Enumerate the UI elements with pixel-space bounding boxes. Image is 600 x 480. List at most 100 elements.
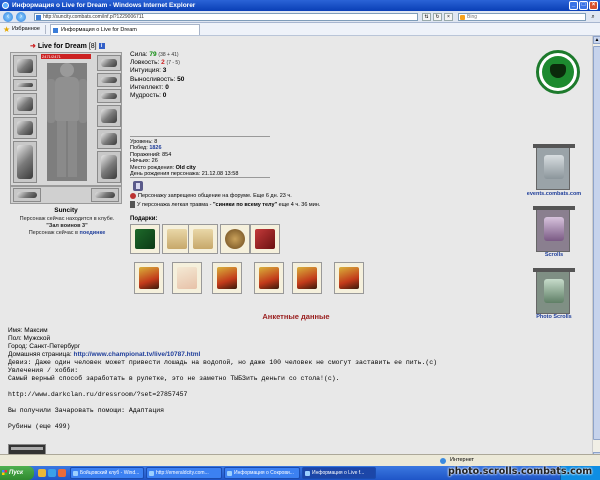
task-button[interactable]: Бойцовский клуб - Wind... (70, 467, 144, 479)
stat-strength: Сила: 79 (38 + 41) (130, 51, 179, 58)
earring-slot[interactable] (97, 55, 121, 71)
stat-intellect: Интеллект: 0 (130, 83, 169, 91)
status-notes: Персонажу запрещено общение на форуме. Е… (130, 192, 320, 210)
search-input[interactable]: Bing (458, 13, 586, 21)
task-button[interactable]: Информация о Сокрови... (224, 467, 300, 479)
task-button[interactable]: http://emeraldcity.com... (146, 467, 222, 479)
helmet-slot[interactable] (13, 55, 37, 77)
photo-scrolls-banner-icon[interactable] (533, 268, 575, 314)
hp-value: 2471/2471 (42, 54, 61, 59)
profile-received: Вы получили Зачаровать помощи: Адаптация (8, 407, 165, 414)
armor-slot[interactable] (13, 117, 37, 139)
gift-item[interactable] (188, 224, 218, 254)
stat-intuition: Интуиция: 3 (130, 67, 167, 75)
window-controls: _ □ × (569, 1, 598, 10)
internet-zone-icon (440, 458, 446, 464)
cloak-slot[interactable] (13, 141, 37, 183)
homepage-link[interactable]: http://www.championat.tv/live/10787.html (73, 351, 200, 358)
page-content: ➜ Live for Dream [8] i 2471/2471 Suncity (0, 36, 592, 460)
stat-wisdom: Мудрость: 0 (130, 92, 167, 100)
scrolls-banner-icon[interactable] (533, 206, 575, 252)
refresh-icon[interactable]: ↻ (433, 13, 442, 21)
quicklaunch-icon[interactable] (58, 469, 66, 477)
events-banner-icon[interactable] (533, 144, 575, 190)
boots-slot[interactable] (91, 188, 119, 202)
profile-homepage: Домашняя страница: http://www.championat… (8, 351, 201, 358)
gift-item[interactable] (172, 262, 202, 294)
scrolls-link[interactable]: Scrolls (526, 252, 582, 258)
ring-slots[interactable] (97, 89, 121, 103)
compat-view-icon[interactable]: ⇅ (422, 13, 431, 21)
address-toolbar: ‹ › http://suncity.combats.com/inf.pl?12… (0, 11, 600, 23)
gift-item[interactable] (134, 262, 164, 294)
forward-button[interactable]: › (16, 12, 26, 22)
favorites-bar: ★ Избранное Информация о Live for Dream (0, 23, 600, 36)
internet-zone: Интернет (450, 457, 474, 463)
toolbar-separator (45, 25, 46, 34)
belt-slot[interactable] (13, 188, 41, 202)
events-link[interactable]: events.combats.com (526, 191, 582, 197)
address-input[interactable]: http://suncity.combats.com/inf.pl?122900… (34, 13, 418, 21)
window-title: Информация о Live for Dream - Windows In… (12, 2, 196, 9)
gift-item[interactable] (220, 224, 250, 254)
status-bar: Интернет (0, 454, 600, 466)
scroll-up-icon[interactable]: ▲ (593, 36, 600, 44)
divider (130, 136, 270, 137)
profile-hobby: Самый верный способ заработать в рулетке… (8, 375, 340, 382)
start-button[interactable]: Пуск (0, 466, 34, 480)
divider (130, 177, 270, 178)
bing-icon (460, 15, 465, 20)
page-scrollbar[interactable]: ▲ ▼ (592, 36, 600, 460)
shield-slot[interactable] (97, 129, 121, 149)
gift-item[interactable] (254, 262, 284, 294)
character-info: Уровень: 8 Побед: 1826 Поражений: 854 Ни… (130, 139, 239, 178)
back-button[interactable]: ‹ (3, 12, 13, 22)
maximize-button[interactable]: □ (579, 1, 588, 10)
watermark: photo.scrolls.combats.com (448, 466, 593, 477)
profile-details: Имя: Максим Пол: Мужской Город: Санкт-Пе… (8, 327, 588, 431)
gift-item[interactable] (250, 224, 280, 254)
stat-endurance: Выносливость: 50 (130, 75, 185, 83)
profile-dressroom: http://www.darkclan.ru/dressroom/?set=27… (8, 391, 188, 398)
weapon-slot[interactable] (13, 93, 37, 115)
profile-hobby-label: Увлечения / хобби: (8, 367, 79, 374)
task-button-active[interactable]: Информация о Live f... (302, 467, 376, 479)
tab-active[interactable]: Информация о Live for Dream (50, 24, 200, 35)
profile-motto: Девиз: Даже один человек может привести … (8, 359, 438, 366)
window-title-bar[interactable]: Информация о Live for Dream - Windows In… (0, 0, 600, 11)
search-icon[interactable]: ⌕ (588, 13, 598, 21)
scroll-thumb[interactable] (593, 46, 600, 440)
character-level: [8] (88, 43, 97, 50)
gloves-slot[interactable] (97, 105, 121, 127)
gift-item[interactable] (334, 262, 364, 294)
hp-bar: 2471/2471 (41, 54, 91, 59)
gift-item[interactable] (130, 224, 160, 254)
quicklaunch-icon[interactable] (38, 469, 46, 477)
favorites-star-icon[interactable]: ★ (3, 25, 10, 34)
profile-city: Город: Санкт-Петербург (8, 343, 81, 350)
info-icon[interactable]: i (98, 43, 105, 50)
character-doll: 2471/2471 (10, 52, 122, 186)
align-badge-icon[interactable] (133, 181, 143, 191)
gift-item[interactable] (212, 262, 242, 294)
profile-title: Анкетные данные (262, 312, 330, 321)
quicklaunch-icon[interactable] (48, 469, 56, 477)
belt-boots-row (10, 186, 122, 204)
favorites-button[interactable]: Избранное (12, 26, 40, 32)
minimize-button[interactable]: _ (569, 1, 578, 10)
stop-icon[interactable]: × (444, 13, 453, 21)
profile-sex: Пол: Мужской (8, 335, 51, 342)
amulet-slot[interactable] (97, 73, 121, 87)
clan-emblem-icon[interactable] (536, 50, 580, 94)
trauma-icon (130, 201, 135, 209)
location-status: Персонаж сейчас находится в клубе. "Зал … (19, 216, 115, 236)
close-button[interactable]: × (589, 1, 598, 10)
tab-page-icon (53, 28, 58, 33)
leggings-slot[interactable] (97, 151, 121, 183)
gift-item[interactable] (292, 262, 322, 294)
arrow-icon: ➜ (30, 43, 36, 50)
address-tools: ⇅ ↻ × (422, 13, 453, 21)
character-name: Live for Dream (37, 43, 87, 50)
bracer-slot[interactable] (13, 79, 37, 91)
fight-link[interactable]: поединке (80, 230, 106, 236)
